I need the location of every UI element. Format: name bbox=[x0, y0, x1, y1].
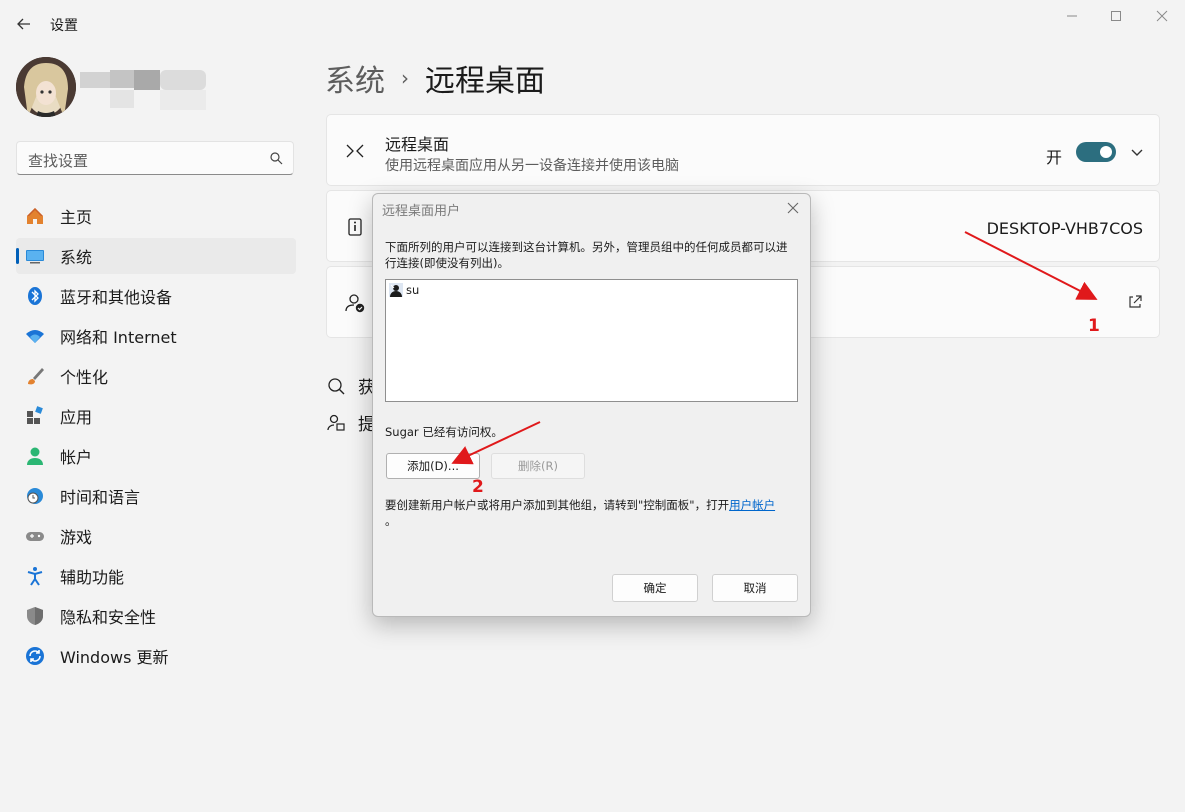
sidebar-item-system[interactable]: 系统 bbox=[16, 238, 296, 274]
user-listbox[interactable]: su bbox=[385, 279, 798, 402]
remote-desktop-description: 使用远程桌面应用从另一设备连接并使用该电脑 bbox=[385, 158, 679, 174]
search-input[interactable]: 查找设置 bbox=[16, 141, 294, 175]
update-icon bbox=[25, 646, 45, 666]
gamepad-icon bbox=[25, 526, 45, 546]
remote-desktop-toggle[interactable] bbox=[1076, 142, 1116, 162]
dialog-description: 下面所列的用户可以连接到这台计算机。另外，管理员组中的任何成员都可以进行连接(即… bbox=[385, 240, 788, 270]
add-user-button[interactable]: 添加(D)... bbox=[386, 453, 480, 479]
related-link-feedback[interactable]: 提 bbox=[326, 410, 375, 435]
sidebar-item-apps[interactable]: 应用 bbox=[16, 398, 296, 434]
user-name-blurred bbox=[80, 68, 208, 112]
close-button[interactable] bbox=[1139, 4, 1185, 28]
user-icon bbox=[389, 283, 403, 297]
wifi-icon bbox=[25, 326, 45, 346]
sidebar-item-time-language[interactable]: 时间和语言 bbox=[16, 478, 296, 514]
sidebar-item-network[interactable]: 网络和 Internet bbox=[16, 318, 296, 354]
remote-desktop-title: 远程桌面 bbox=[385, 135, 450, 154]
list-item[interactable]: su bbox=[389, 283, 419, 297]
remote-desktop-card[interactable]: 远程桌面 使用远程桌面应用从另一设备连接并使用该电脑 开 bbox=[326, 114, 1160, 186]
annotation-number-2: 2 bbox=[472, 477, 484, 497]
sidebar-item-accounts[interactable]: 帐户 bbox=[16, 438, 296, 474]
shield-icon bbox=[25, 606, 45, 626]
sidebar-item-windows-update[interactable]: Windows 更新 bbox=[16, 638, 296, 674]
feedback-icon bbox=[326, 413, 346, 433]
toggle-state-label: 开 bbox=[1046, 148, 1063, 167]
dialog-info-text: 要创建新用户帐户或将用户添加到其他组，请转到"控制面板"，打开用户帐户 。 bbox=[385, 498, 776, 528]
sidebar-item-bluetooth[interactable]: 蓝牙和其他设备 bbox=[16, 278, 296, 314]
minimize-button[interactable] bbox=[1049, 4, 1095, 28]
annotation-number-1: 1 bbox=[1088, 316, 1100, 336]
title-bar: 设置 bbox=[0, 0, 1185, 46]
back-arrow-icon[interactable] bbox=[10, 10, 38, 38]
dialog-close-icon[interactable] bbox=[786, 201, 800, 215]
globe-clock-icon bbox=[25, 486, 45, 506]
breadcrumb-parent[interactable]: 系统 bbox=[325, 56, 385, 100]
window-title: 设置 bbox=[50, 18, 78, 34]
sidebar-nav: 主页 系统 蓝牙和其他设备 网络和 Internet 个性化 应用 帐户 时间和… bbox=[16, 198, 296, 678]
pc-name-value: DESKTOP-VHB7COS bbox=[986, 219, 1143, 238]
remote-desktop-icon bbox=[345, 141, 365, 161]
home-icon bbox=[25, 206, 45, 226]
help-icon bbox=[326, 376, 346, 396]
chevron-down-icon[interactable] bbox=[1128, 143, 1146, 161]
breadcrumb-separator: › bbox=[401, 66, 409, 90]
dialog-title: 远程桌面用户 bbox=[382, 204, 461, 219]
search-icon bbox=[270, 152, 283, 165]
remove-user-button[interactable]: 删除(R) bbox=[491, 453, 585, 479]
cancel-button[interactable]: 取消 bbox=[712, 574, 798, 602]
ok-button[interactable]: 确定 bbox=[612, 574, 698, 602]
user-accounts-link[interactable]: 用户帐户 bbox=[729, 498, 775, 512]
user-name: su bbox=[406, 283, 420, 297]
remote-desktop-users-dialog: 远程桌面用户 下面所列的用户可以连接到这台计算机。另外，管理员组中的任何成员都可… bbox=[372, 193, 811, 617]
maximize-button[interactable] bbox=[1093, 4, 1139, 28]
sidebar-item-home[interactable]: 主页 bbox=[16, 198, 296, 234]
sidebar-item-gaming[interactable]: 游戏 bbox=[16, 518, 296, 554]
bluetooth-icon bbox=[25, 286, 45, 306]
sidebar-item-personalization[interactable]: 个性化 bbox=[16, 358, 296, 394]
open-external-icon[interactable] bbox=[1127, 294, 1143, 310]
related-link-get-help[interactable]: 获 bbox=[326, 373, 375, 398]
accessibility-icon bbox=[25, 566, 45, 586]
avatar[interactable] bbox=[16, 57, 76, 117]
access-status-text: Sugar 已经有访问权。 bbox=[385, 425, 503, 439]
sidebar-item-accessibility[interactable]: 辅助功能 bbox=[16, 558, 296, 594]
sidebar-item-privacy[interactable]: 隐私和安全性 bbox=[16, 598, 296, 634]
page-title: 远程桌面 bbox=[425, 64, 545, 99]
system-icon bbox=[25, 246, 45, 266]
pc-info-icon bbox=[345, 217, 365, 237]
breadcrumb: 系统 › 远程桌面 bbox=[325, 56, 545, 100]
search-placeholder: 查找设置 bbox=[28, 152, 89, 170]
brush-icon bbox=[25, 366, 45, 386]
user-check-icon bbox=[345, 293, 365, 313]
apps-icon bbox=[25, 406, 45, 426]
account-icon bbox=[25, 446, 45, 466]
